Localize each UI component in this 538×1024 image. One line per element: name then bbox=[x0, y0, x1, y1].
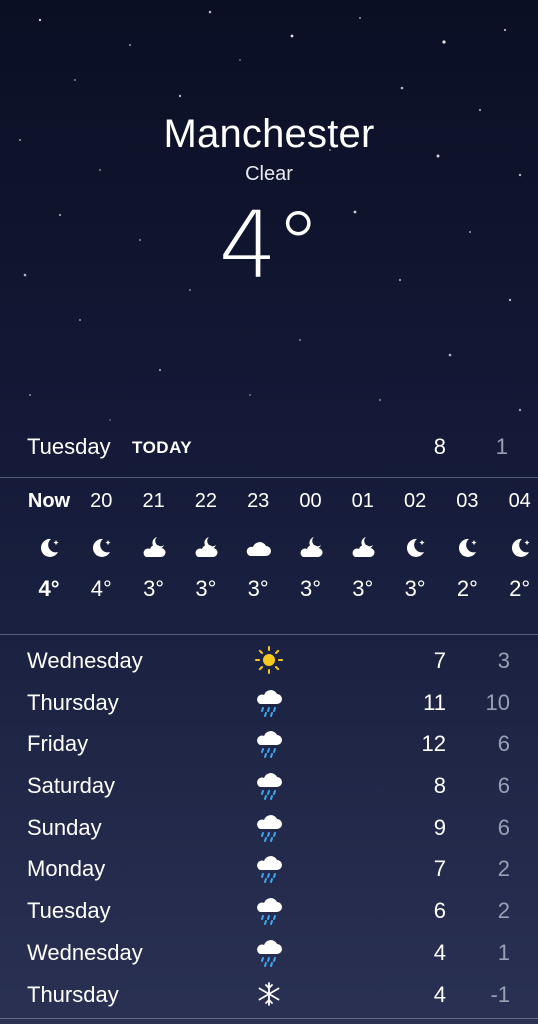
current-weather: Manchester Clear 4° bbox=[0, 112, 538, 299]
today-low-temp: 1 bbox=[495, 434, 508, 459]
daily-row: Friday 12 6 bbox=[0, 723, 538, 765]
day-name: Wednesday bbox=[27, 648, 143, 673]
day-low-temp: 1 bbox=[497, 939, 510, 965]
today-summary-row: Tuesday TODAY 8 1 bbox=[0, 428, 538, 470]
daily-row: Saturday 8 6 bbox=[0, 765, 538, 807]
today-tag: TODAY bbox=[132, 438, 193, 457]
daily-row: Wednesday 4 1 bbox=[0, 932, 538, 974]
day-low-temp: 6 bbox=[497, 814, 510, 840]
moon-icon bbox=[494, 528, 538, 568]
hour-temperature: 4° bbox=[38, 576, 60, 601]
day-low-temp: 2 bbox=[497, 856, 510, 882]
divider bbox=[0, 634, 538, 635]
hour-label: 21 bbox=[142, 490, 165, 512]
cloud-icon bbox=[232, 528, 284, 568]
day-name: Monday bbox=[27, 856, 106, 882]
daily-row: Thursday 11 10 bbox=[0, 682, 538, 724]
hour-label: Now bbox=[27, 490, 71, 512]
hourly-item: 00 3° bbox=[285, 478, 337, 602]
day-high-temp: 11 bbox=[423, 689, 446, 715]
daily-row: Monday 7 2 bbox=[0, 848, 538, 890]
hour-temperature: 3° bbox=[195, 576, 217, 601]
partly-cloudy-night-icon bbox=[128, 528, 180, 568]
hour-temperature: 3° bbox=[404, 576, 426, 601]
today-day-label: Tuesday bbox=[27, 434, 111, 459]
day-name: Sunday bbox=[27, 814, 102, 840]
daily-row: Thursday 4 -1 bbox=[0, 974, 538, 1016]
daily-row: Sunday 9 6 bbox=[0, 807, 538, 849]
snow-icon bbox=[254, 978, 284, 1010]
partly-cloudy-night-icon bbox=[337, 528, 389, 568]
rain-icon bbox=[254, 727, 284, 759]
hour-label: 03 bbox=[456, 490, 479, 512]
day-high-temp: 9 bbox=[433, 814, 446, 840]
hour-label: 02 bbox=[403, 490, 427, 512]
hour-label: 23 bbox=[247, 490, 270, 512]
day-name: Tuesday bbox=[27, 898, 111, 924]
rain-icon bbox=[254, 894, 284, 926]
moon-icon bbox=[441, 528, 493, 568]
day-low-temp: 3 bbox=[497, 648, 510, 673]
hour-label: 04 bbox=[508, 490, 531, 512]
day-high-temp: 4 bbox=[433, 981, 446, 1007]
moon-icon bbox=[75, 528, 127, 568]
moon-icon bbox=[389, 528, 441, 568]
current-condition: Clear bbox=[245, 163, 293, 185]
hour-temperature: 3° bbox=[247, 576, 269, 601]
day-name: Thursday bbox=[27, 981, 119, 1007]
hourly-forecast-strip[interactable]: Now 4° 20 4° 21 3° 22 3° 23 3° 00 3° 01 3° 02 3° 03 2° 04 2… bbox=[0, 478, 538, 634]
moon-icon bbox=[23, 528, 75, 568]
rain-icon bbox=[254, 686, 284, 718]
hourly-item: 03 2° bbox=[441, 478, 493, 602]
city-name: Manchester bbox=[163, 112, 375, 156]
hourly-item: 20 4° bbox=[75, 478, 127, 602]
day-low-temp: 6 bbox=[497, 773, 510, 799]
day-low-temp: 2 bbox=[497, 898, 510, 924]
day-name: Friday bbox=[27, 731, 89, 757]
hour-label: 22 bbox=[194, 490, 218, 512]
hour-temperature: 3° bbox=[299, 576, 322, 601]
daily-row: Tuesday 6 2 bbox=[0, 890, 538, 932]
daily-forecast-list[interactable]: Wednesday 7 3 Thursday 11 10 Friday 12 6 Saturday… bbox=[0, 640, 538, 1015]
current-temperature: 4° bbox=[218, 192, 322, 299]
day-high-temp: 7 bbox=[433, 648, 446, 673]
day-low-temp: 6 bbox=[497, 731, 510, 757]
hourly-item: 22 3° bbox=[180, 478, 232, 602]
hour-label: 01 bbox=[351, 490, 374, 512]
day-name: Saturday bbox=[27, 773, 116, 799]
hourly-item: 21 3° bbox=[128, 478, 180, 602]
hour-label: 20 bbox=[90, 490, 113, 512]
hourly-item: 01 3° bbox=[337, 478, 389, 602]
day-high-temp: 7 bbox=[433, 856, 446, 882]
hour-temperature: 4° bbox=[90, 576, 112, 601]
hour-temperature: 3° bbox=[143, 576, 165, 601]
daily-row: Wednesday 7 3 bbox=[0, 640, 538, 682]
hourly-item: 04 2° bbox=[494, 478, 538, 602]
partly-cloudy-night-icon bbox=[180, 528, 232, 568]
hourly-item: 23 3° bbox=[232, 478, 284, 602]
day-high-temp: 8 bbox=[433, 773, 446, 799]
day-high-temp: 6 bbox=[433, 898, 446, 924]
day-low-temp: -1 bbox=[490, 981, 510, 1007]
day-name: Wednesday bbox=[27, 939, 143, 965]
hour-temperature: 3° bbox=[352, 576, 374, 601]
rain-icon bbox=[254, 852, 284, 884]
day-low-temp: 10 bbox=[485, 689, 510, 715]
hourly-item: 02 3° bbox=[389, 478, 441, 602]
rain-icon bbox=[254, 769, 284, 801]
sun-icon bbox=[254, 644, 284, 676]
day-high-temp: 4 bbox=[433, 939, 446, 965]
hourly-item: Now 4° bbox=[23, 478, 75, 602]
hour-temperature: 2° bbox=[509, 576, 531, 601]
day-name: Thursday bbox=[27, 689, 119, 715]
day-high-temp: 12 bbox=[421, 731, 446, 757]
hour-label: 00 bbox=[299, 490, 322, 512]
divider bbox=[0, 1018, 538, 1019]
rain-icon bbox=[254, 936, 284, 968]
rain-icon bbox=[254, 811, 284, 843]
partly-cloudy-night-icon bbox=[285, 528, 337, 568]
hour-temperature: 2° bbox=[456, 576, 478, 601]
today-high-temp: 8 bbox=[433, 434, 446, 459]
